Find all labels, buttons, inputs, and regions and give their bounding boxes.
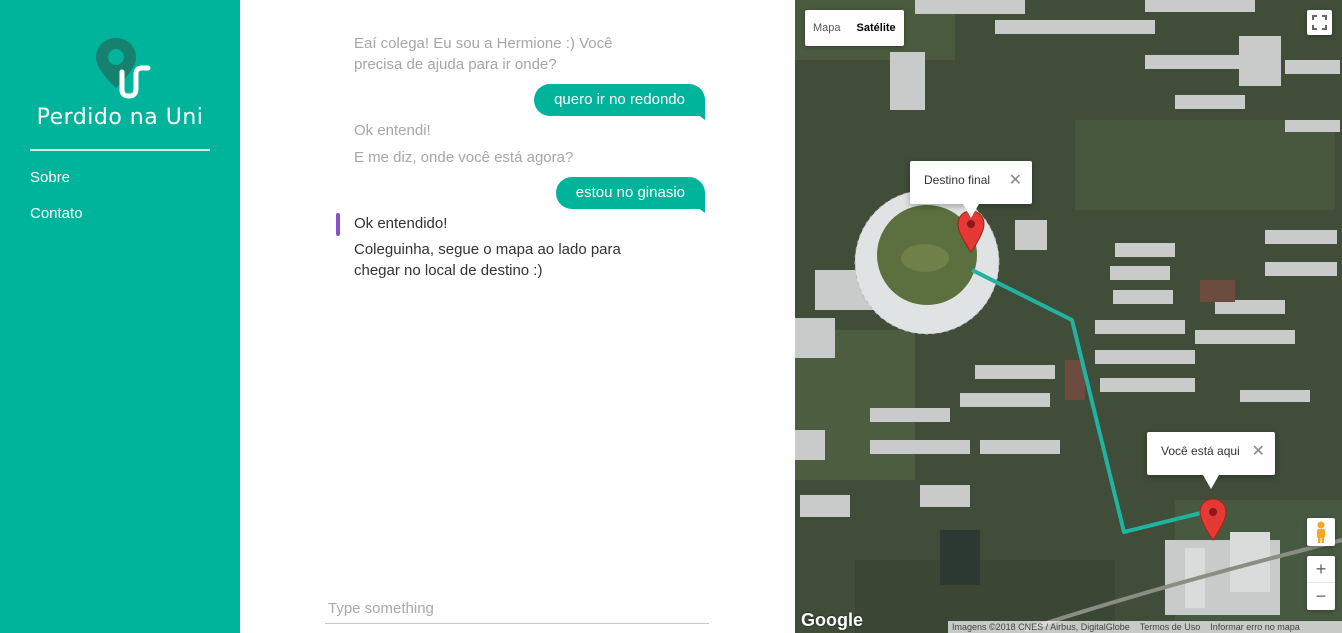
info-window-current-label: Você está aqui <box>1161 444 1240 458</box>
google-logo: Google <box>801 610 863 630</box>
bot-message: Coleguinha, segue o mapa ao lado para ch… <box>354 241 621 279</box>
info-window-current: Você está aqui ✕ <box>1147 432 1275 489</box>
nav-link-sobre[interactable]: Sobre <box>30 169 83 186</box>
user-message: quero ir no redondo <box>534 84 705 116</box>
map-type-control: Mapa Satélite <box>805 10 904 46</box>
terms-link[interactable]: Termos de Uso <box>1140 621 1201 633</box>
user-message: estou no ginasio <box>555 177 705 209</box>
zoom-in-button[interactable]: + <box>1307 556 1335 583</box>
pegman-icon <box>1317 521 1325 543</box>
bot-message: Eaí colega! Eu sou a Hermione :) Você pr… <box>354 35 613 73</box>
bot-message: E me diz, onde você está agora? <box>354 149 574 166</box>
sidebar: Perdido na Uni Sobre Contato <box>0 0 240 633</box>
sidebar-divider <box>30 149 210 151</box>
bot-message: Ok entendido! <box>354 215 448 232</box>
location-pin-logo-icon <box>96 38 151 99</box>
info-window-close-icon[interactable]: ✕ <box>1009 161 1022 200</box>
zoom-out-button[interactable]: − <box>1307 583 1335 610</box>
nav-link-contato[interactable]: Contato <box>30 205 83 222</box>
chat-input[interactable] <box>325 594 709 624</box>
info-window-destination: Destino final ✕ <box>910 161 1032 218</box>
active-message-indicator <box>336 213 340 236</box>
zoom-control: + − <box>1307 556 1335 610</box>
report-error-link[interactable]: Informar erro no mapa <box>1210 621 1300 633</box>
info-window-close-icon[interactable]: ✕ <box>1252 432 1265 471</box>
info-window-destination-label: Destino final <box>924 173 991 187</box>
fullscreen-icon <box>1312 15 1327 30</box>
satellite-imagery[interactable] <box>795 0 1342 633</box>
chat-panel: Eaí colega! Eu sou a Hermione :) Você pr… <box>240 0 795 633</box>
map-type-satellite-button[interactable]: Satélite <box>849 10 904 46</box>
map-type-map-button[interactable]: Mapa <box>805 10 849 46</box>
imagery-credit: Imagens ©2018 CNES / Airbus, DigitalGlob… <box>952 622 1130 632</box>
map-panel[interactable]: Mapa Satélite Destino final ✕ Você está … <box>795 0 1342 633</box>
sidebar-nav: Sobre Contato <box>30 169 83 241</box>
street-view-pegman[interactable] <box>1307 518 1335 546</box>
fullscreen-button[interactable] <box>1307 10 1332 35</box>
bot-message: Ok entendi! <box>354 122 431 139</box>
map-attribution: Imagens ©2018 CNES / Airbus, DigitalGlob… <box>948 621 1342 633</box>
app-title: Perdido na Uni <box>36 105 204 130</box>
